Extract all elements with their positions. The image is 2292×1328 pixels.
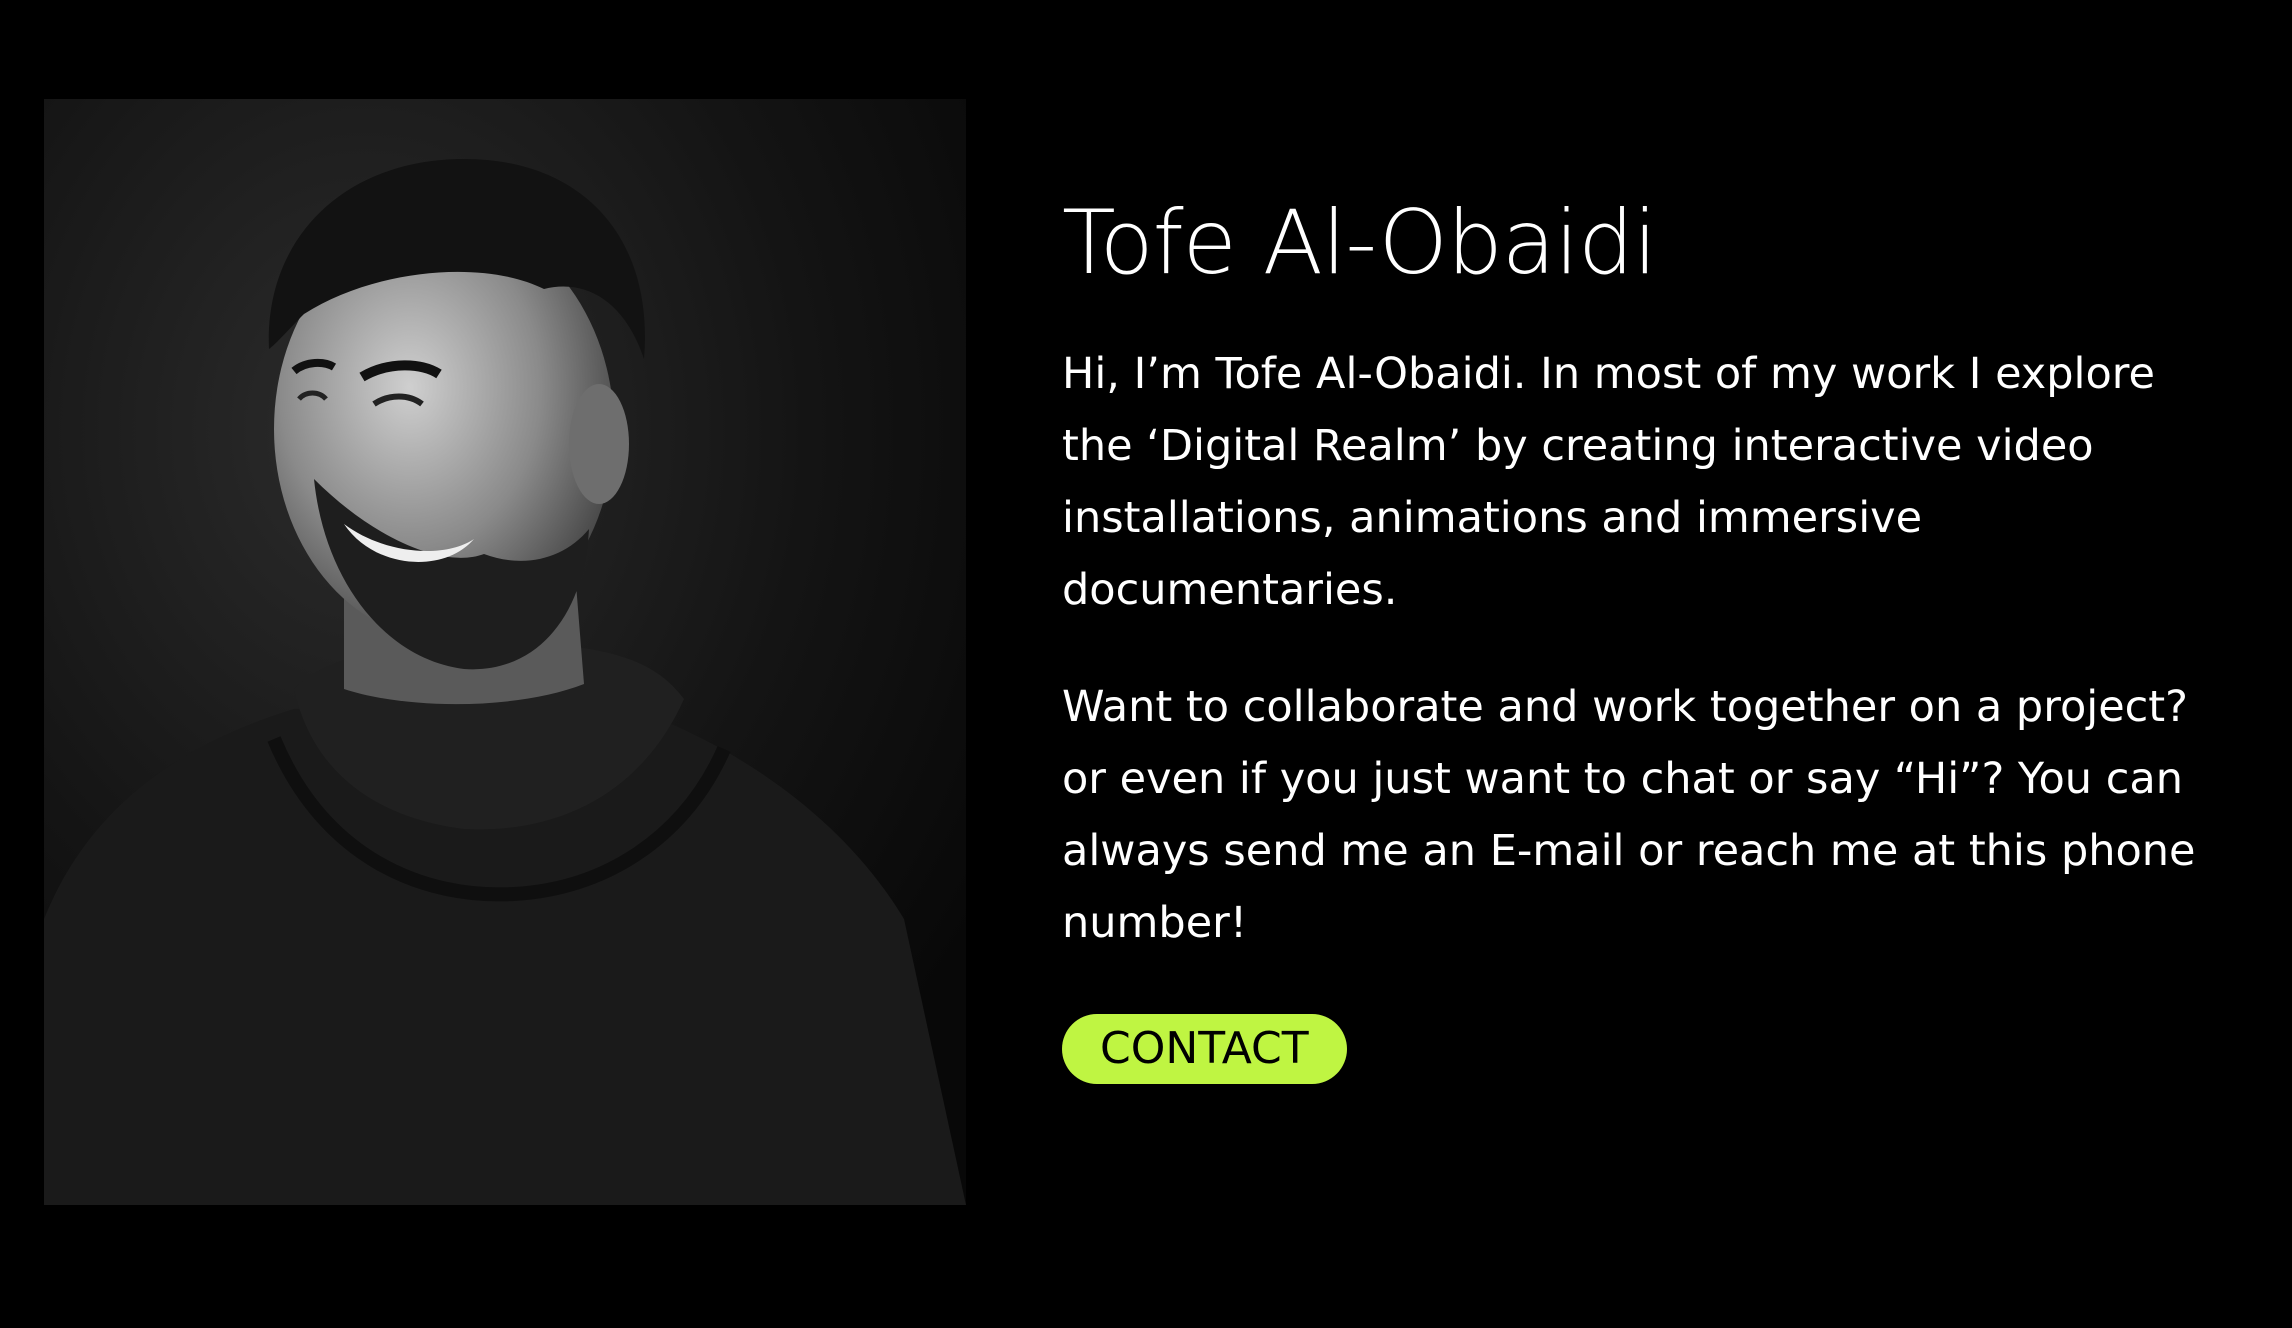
about-section: Tofe Al-Obaidi Hi, I’m Tofe Al-Obaidi. I… [1062, 190, 2202, 1084]
collaboration-paragraph: Want to collaborate and work together on… [1062, 681, 2196, 948]
intro-paragraph: Hi, I’m Tofe Al-Obaidi. In most of my wo… [1062, 348, 2155, 615]
profile-name: Tofe Al-Obaidi [1062, 191, 1657, 294]
contact-button[interactable]: CONTACT [1062, 1013, 1347, 1084]
profile-photo [44, 99, 966, 1205]
